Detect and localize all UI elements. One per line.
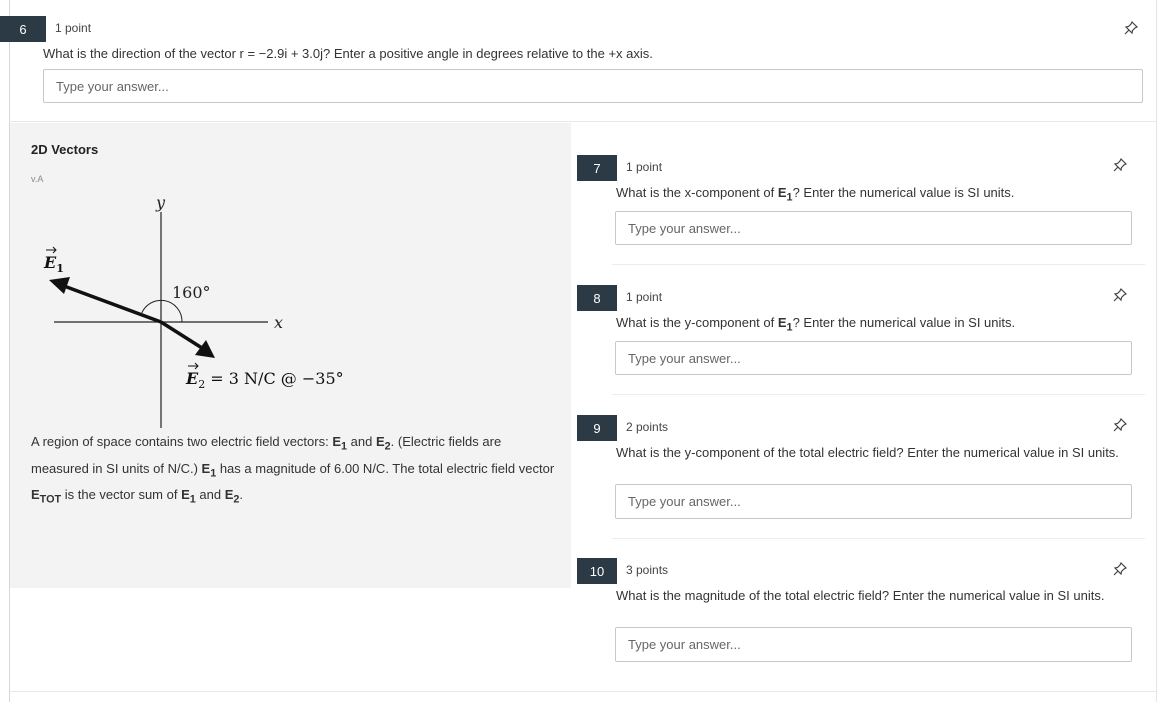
- e2-vector-line: [160, 320, 203, 350]
- pin-icon[interactable]: [1112, 157, 1128, 173]
- vector-diagram: y x 160° E1 E2 = 3 N/C @ −35°: [28, 188, 378, 433]
- question-8-points: 1 point: [626, 290, 663, 304]
- pin-icon[interactable]: [1112, 287, 1128, 303]
- x-axis-label: x: [274, 313, 283, 332]
- e1-arrowhead: [49, 277, 70, 294]
- divider: [612, 538, 1145, 539]
- question-9-points: 2 points: [626, 420, 669, 434]
- pin-icon[interactable]: [1112, 417, 1128, 433]
- question-10-points: 3 points: [626, 563, 669, 577]
- question-number-6: 6: [0, 16, 46, 42]
- e2-arrowhead: [195, 340, 215, 358]
- e1-label: E1: [43, 253, 64, 275]
- version-label: v.A: [31, 174, 44, 184]
- e2-label: E2 = 3 N/C @ −35°: [185, 369, 344, 391]
- y-axis-label: y: [155, 193, 166, 212]
- question-8-answer-input[interactable]: [615, 341, 1132, 375]
- question-10-answer-input[interactable]: [615, 627, 1132, 662]
- question-number-7: 7: [577, 155, 617, 181]
- divider: [612, 264, 1145, 265]
- angle-label: 160°: [172, 283, 211, 302]
- question-6-text: What is the direction of the vector r = …: [43, 46, 653, 61]
- divider: [612, 394, 1145, 395]
- divider: [10, 691, 1156, 692]
- question-number-9: 9: [577, 415, 617, 441]
- pin-icon[interactable]: [1112, 561, 1128, 577]
- pin-icon[interactable]: [1123, 20, 1139, 36]
- question-7-text: What is the x-component of E1? Enter the…: [616, 185, 1015, 204]
- question-6-answer-input[interactable]: [43, 69, 1143, 103]
- question-8-text: What is the y-component of E1? Enter the…: [616, 315, 1016, 334]
- question-number-10: 10: [577, 558, 617, 584]
- section-title: 2D Vectors: [31, 142, 99, 157]
- question-10-text: What is the magnitude of the total elect…: [616, 588, 1105, 603]
- passage-text: A region of space contains two electric …: [31, 434, 555, 506]
- question-9-text: What is the y-component of the total ele…: [616, 445, 1119, 460]
- question-number-8: 8: [577, 285, 617, 311]
- question-7-answer-input[interactable]: [615, 211, 1132, 245]
- e1-vector-line: [63, 284, 162, 324]
- question-6-points: 1 point: [55, 21, 92, 35]
- divider: [9, 121, 1156, 122]
- frame-right-border: [1156, 0, 1157, 702]
- question-7-points: 1 point: [626, 160, 663, 174]
- question-9-answer-input[interactable]: [615, 484, 1132, 519]
